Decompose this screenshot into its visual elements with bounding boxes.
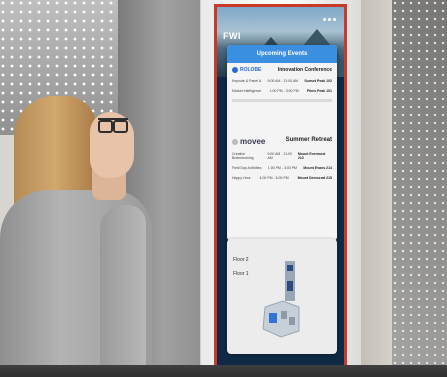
- session-place: Mount Democrat 215: [297, 176, 332, 180]
- background-window: [392, 0, 447, 377]
- events-header: Upcoming Events: [227, 45, 337, 63]
- map-room: [281, 311, 287, 319]
- session-name: Market Intelligence: [232, 89, 262, 93]
- session-row: Creative Brainstorming 9:00 AM - 11:00 A…: [232, 152, 332, 160]
- kiosk-screen: FWI Upcoming Events ROLOBE Innovation Co…: [214, 4, 347, 369]
- session-row: Happy Hour 4:00 PM - 6:00 PM Mount Democ…: [232, 176, 332, 180]
- map-room-highlight: [287, 281, 293, 291]
- building-map-card[interactable]: Floor 2 Floor 1: [227, 239, 337, 354]
- session-time: 4:00 PM - 6:00 PM: [259, 176, 289, 180]
- event-summer-retreat[interactable]: movee Summer Retreat Creative Brainstorm…: [227, 133, 337, 233]
- session-name: Keynote & Panel A: [232, 79, 262, 83]
- session-time: 9:00 AM - 11:00 AM: [267, 79, 299, 83]
- session-name: Creative Brainstorming: [232, 152, 254, 160]
- session-place: Sunset Peak 102: [304, 79, 332, 83]
- woman-arm: [100, 205, 146, 377]
- session-row: Keynote & Panel A 9:00 AM - 11:00 AM Sun…: [232, 79, 332, 83]
- session-time: 1:00 PM - 3:00 PM: [269, 89, 299, 93]
- event-brand-name: movee: [240, 137, 266, 146]
- session-row: Market Intelligence 1:00 PM - 3:00 PM Pi…: [232, 89, 332, 93]
- building-map: [262, 261, 300, 338]
- session-name: Field Day Activities: [232, 166, 262, 170]
- photo-scene: FWI Upcoming Events ROLOBE Innovation Co…: [0, 0, 447, 377]
- session-place: Mount Evermost 213: [297, 152, 326, 160]
- map-room-highlight: [287, 265, 293, 271]
- event-title: Summer Retreat: [285, 137, 332, 143]
- floor: [0, 365, 447, 377]
- lens: [98, 120, 113, 133]
- lens: [113, 120, 128, 133]
- event-brand-name: ROLOBE: [240, 67, 262, 73]
- map-room: [289, 317, 295, 325]
- brand-logo-icon: [232, 67, 238, 73]
- session-time: 9:00 AM - 11:00 AM: [267, 152, 292, 160]
- session-row: Field Day Activities 1:00 PM - 3:00 PM M…: [232, 166, 332, 170]
- event-innovation-conference[interactable]: ROLOBE Innovation Conference Keynote & P…: [227, 63, 337, 133]
- divider: [232, 99, 332, 102]
- brand-logo-icon: [232, 138, 238, 145]
- upcoming-events-card: Upcoming Events ROLOBE Innovation Confer…: [227, 45, 337, 241]
- session-name: Happy Hour: [232, 176, 251, 180]
- event-title: Innovation Conference: [277, 67, 332, 73]
- session-time: 1:00 PM - 3:00 PM: [267, 166, 297, 170]
- glasses-icon: [98, 118, 128, 134]
- fwi-logo: FWI: [223, 31, 241, 41]
- map-room-highlight: [269, 313, 277, 323]
- session-place: Mount Evans 214: [303, 166, 332, 170]
- menu-dots-icon[interactable]: [323, 18, 336, 21]
- session-place: Pikes Peak 101: [306, 89, 332, 93]
